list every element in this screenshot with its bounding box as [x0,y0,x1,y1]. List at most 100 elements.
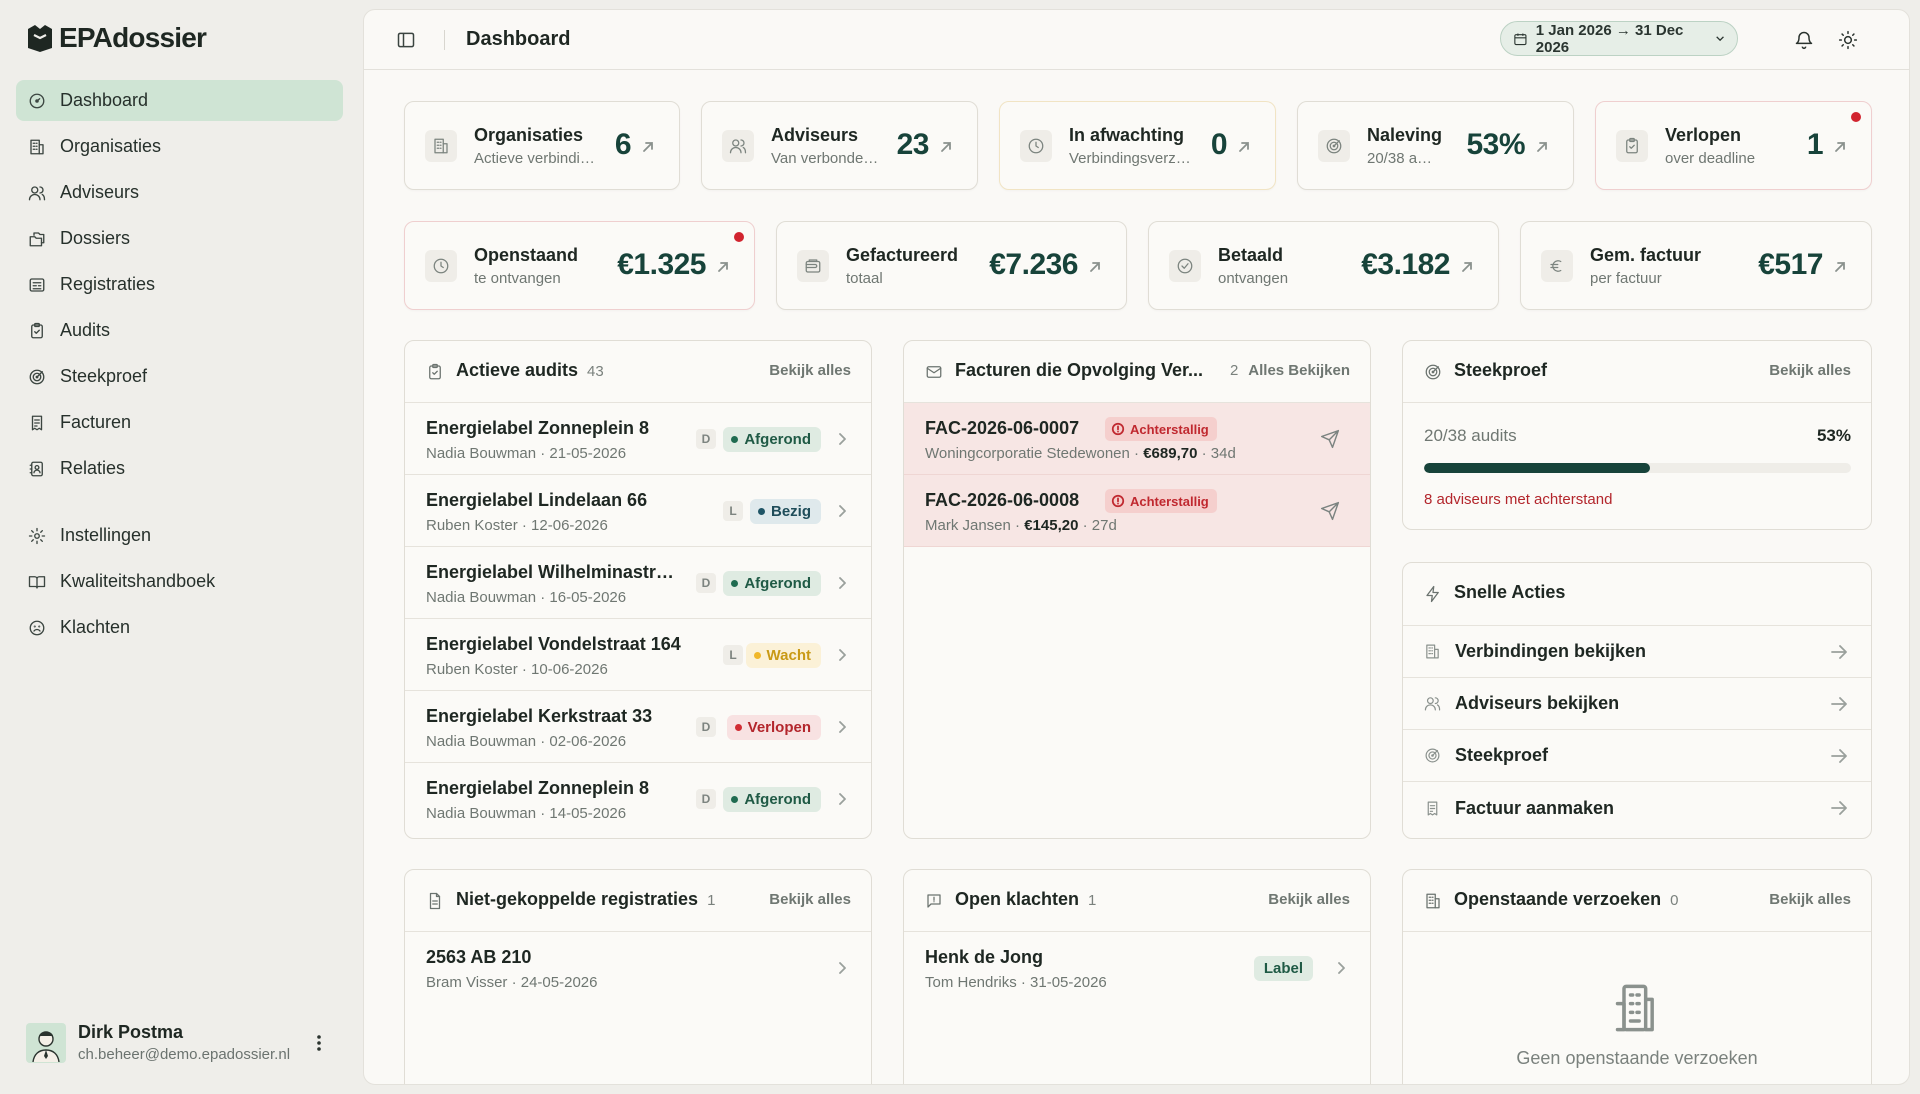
stat-card-adviseurs[interactable]: Adviseurs Van verbonden organisaties 23 [701,101,978,190]
audit-type-badge: L [723,501,743,521]
progress-label: 20/38 audits [1424,426,1517,445]
nav-item-relaties[interactable]: Relaties [16,448,343,489]
stat-card-organisaties[interactable]: Organisaties Actieve verbindingen 6 [404,101,680,190]
invoice-row[interactable]: FAC-2026-06-0008 Achterstallig Mark Jans… [904,475,1370,547]
nav-item-registraties[interactable]: Registraties [16,264,343,305]
date-range-picker[interactable]: 1 Jan 2026 → 31 Dec 2026 [1500,21,1738,56]
stat-card-openstaand[interactable]: Openstaand te ontvangen €1.325 [404,221,755,310]
user-profile[interactable]: Dirk Postma ch.beheer@demo.epadossier.nl [26,1022,336,1063]
invoice-age: 34d [1210,445,1236,462]
stat-icon [425,250,457,282]
stat-card-verlopen[interactable]: Verlopen over deadline 1 [1595,101,1872,190]
chevron-right-icon [839,793,846,805]
main-panel: Dashboard 1 Jan 2026 → 31 Dec 2026 Organ… [363,9,1910,1085]
audit-row[interactable]: Energielabel Wilhelminastraat 12 Nadia B… [405,547,871,619]
invoice-age: 27d [1091,517,1117,534]
target-icon [29,369,45,384]
panel-header: Actieve audits 43 Bekijk alles [405,341,871,403]
nav-item-dashboard[interactable]: Dashboard [16,80,343,121]
panel-title: Niet-gekoppelde registraties 1 [456,889,715,910]
stat-sub: 20/38 audits [1367,150,1439,167]
complaint-sub: Tom Hendriks · 31-05-2026 [925,974,1107,991]
view-all-link[interactable]: Bekijk alles [769,891,851,908]
sun-icon[interactable] [1838,30,1858,50]
stat-icon [1616,130,1648,162]
stat-card-gefactureerd[interactable]: Gefactureerd totaal €7.236 [776,221,1127,310]
invoice-number: FAC-2026-06-0007 [925,418,1080,438]
date-range-label: 1 Jan 2026 → 31 Dec 2026 [1535,21,1684,56]
nav-label: Klachten [60,617,131,637]
view-all-link[interactable]: Bekijk alles [1769,891,1851,908]
more-vertical-icon[interactable] [316,1034,322,1052]
panel-icon [1424,892,1442,910]
status-badge: Bezig [749,499,821,524]
stat-card-in-afwachting[interactable]: In afwachting Verbindingsverzoeken 0 [999,101,1276,190]
send-icon[interactable] [1320,501,1340,521]
nav-item-klachten[interactable]: Klachten [16,607,343,648]
bell-icon[interactable] [1794,30,1814,50]
panel-openstaande-verzoeken: Openstaande verzoeken 0 Bekijk alles Geen… [1402,869,1872,1084]
stat-value: 1 [1806,128,1824,161]
panel-title: Facturen die Opvolging Ver... [955,360,1204,380]
audit-sub: Nadia Bouwman · 21-05-2026 [426,445,627,462]
stat-value: €517 [1758,248,1823,281]
nav-item-audits[interactable]: Audits [16,310,343,351]
chevron-down-icon [1716,36,1724,42]
send-icon[interactable] [1320,429,1340,449]
audit-row[interactable]: Energielabel Lindelaan 66 Ruben Koster ·… [405,475,871,547]
view-all-link[interactable]: Bekijk alles [769,362,851,379]
behind-schedule-text[interactable]: 8 adviseurs met achterstand [1424,491,1612,508]
chevron-right-icon [839,649,846,661]
invoice-amount: €145,20 [1024,517,1079,534]
nav-item-dossiers[interactable]: Dossiers [16,218,343,259]
stat-card-naleving[interactable]: Naleving 20/38 audits 53% [1297,101,1574,190]
audit-row[interactable]: Energielabel Zonneplein 8 Nadia Bouwman … [405,403,871,475]
sidebar-toggle-icon[interactable] [396,30,416,50]
arrow-right-icon [1831,645,1847,659]
nav-label: Steekproef [60,366,148,386]
nav-item-organisaties[interactable]: Organisaties [16,126,343,167]
app-name: EPAdossier [59,22,207,53]
nav-item-facturen[interactable]: Facturen [16,402,343,443]
registry-icon [29,277,45,292]
panel-header: Steekproef Bekijk alles [1403,341,1871,403]
view-all-link[interactable]: Bekijk alles [1268,891,1350,908]
quick-action-factuur[interactable]: Factuur aanmaken [1403,782,1871,834]
registration-sub: Bram Visser · 24-05-2026 [426,974,598,991]
nav-item-kwaliteitshandboek[interactable]: Kwaliteitshandboek [16,561,343,602]
registration-row[interactable]: 2563 AB 210 Bram Visser · 24-05-2026 [405,932,871,1004]
status-badge: Wacht [745,643,821,668]
invoice-client: Mark Jansen [925,517,1011,534]
audit-row[interactable]: Energielabel Kerkstraat 33 Nadia Bouwman… [405,691,871,763]
view-all-link[interactable]: 2 Alles Bekijken [1230,362,1350,379]
quick-action-verbindingen[interactable]: Verbindingen bekijken [1403,626,1871,678]
panel-title: Actieve audits 43 [456,360,604,381]
stat-card-gem-factuur[interactable]: Gem. factuur per factuur €517 [1520,221,1872,310]
stat-card-betaald[interactable]: Betaald ontvangen €3.182 [1148,221,1499,310]
arrow-up-right-icon [941,142,951,152]
quick-action-steekproef[interactable]: Steekproef [1403,730,1871,782]
alert-dot [1851,112,1861,122]
status-badge: Afgerond [723,787,821,812]
quick-action-adviseurs[interactable]: Adviseurs bekijken [1403,678,1871,730]
complaint-row[interactable]: Henk de Jong Tom Hendriks · 31-05-2026 L… [904,932,1370,1004]
view-all-link[interactable]: Bekijk alles [1769,362,1851,379]
arrow-up-right-icon [1462,262,1472,272]
invoice-row[interactable]: FAC-2026-06-0007 Achterstallig Woningcor… [904,403,1370,475]
nav-item-steekproef[interactable]: Steekproef [16,356,343,397]
topbar-divider [444,30,445,50]
app-logo[interactable]: EPAdossier [25,22,207,54]
page-title: Dashboard [466,28,571,50]
alert-circle-icon [1111,422,1125,436]
audit-row[interactable]: Energielabel Vondelstraat 164 Ruben Kost… [405,619,871,691]
nav-item-instellingen[interactable]: Instellingen [16,515,343,556]
users-icon [28,185,46,200]
stat-icon [797,250,829,282]
audit-row[interactable]: Energielabel Zonneplein 8 Nadia Bouwman … [405,763,871,835]
panel-count: 0 [1670,892,1679,909]
clipboard-icon [1626,137,1638,154]
avatar-illustration-icon [32,1030,60,1062]
overdue-label: Achterstallig [1130,493,1209,509]
nav-item-adviseurs[interactable]: Adviseurs [16,172,343,213]
building-icon [1615,984,1654,1032]
